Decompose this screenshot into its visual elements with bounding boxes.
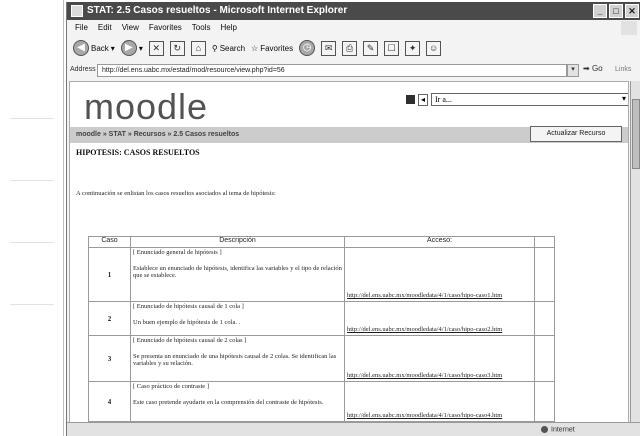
case-number: 3 (88, 335, 131, 382)
case-text: Este caso pretende ayudarte en la compre… (133, 399, 324, 406)
stop-icon[interactable]: ✕ (148, 40, 164, 56)
history-icon[interactable]: ◷ (299, 40, 316, 56)
table-row: 4 [ Caso práctico de contraste ] Este ca… (88, 381, 555, 422)
table-header-row: Caso Descripción Acceso: (88, 236, 555, 248)
discuss-icon[interactable]: ☐ (384, 40, 400, 56)
jump-menu: ◂ Ir a... ▸ (406, 93, 628, 106)
window-title: STAT: 2.5 Casos resueltos - Microsoft In… (87, 5, 348, 16)
table-row: 2 [ Enunciado de hipótesis causal de 1 c… (88, 301, 555, 336)
menu-file[interactable]: File (75, 23, 88, 35)
edit-icon[interactable]: ✎ (363, 40, 379, 56)
mail-icon[interactable]: ✉ (321, 40, 337, 56)
ie-icon (71, 5, 83, 17)
back-arrow-icon: ◀ (73, 40, 89, 56)
favorites-label: Favorites (260, 43, 294, 53)
case-link[interactable]: http://del.ens.uabc.mx/moodledata/4/1/ca… (344, 301, 535, 336)
address-bar: Address http://del.ens.uabc.mx/estad/mod… (67, 62, 640, 79)
header-descripcion: Descripción (130, 236, 345, 248)
case-text: Un buen ejemplo de hipótesis de 1 cola. … (133, 319, 241, 326)
menu-view[interactable]: View (122, 23, 139, 35)
search-button[interactable]: ⚲ Search (212, 44, 245, 53)
address-label: Address (70, 66, 96, 73)
star-icon: ☆ (251, 43, 259, 53)
minimize-button[interactable]: _ (593, 4, 607, 18)
go-button[interactable]: ➡ Go (583, 64, 603, 73)
zone-label: Internet (551, 426, 575, 434)
menu-favorites[interactable]: Favorites (149, 23, 182, 35)
page-title: HIPOTESIS: CASOS RESUELTOS (76, 148, 200, 157)
print-icon[interactable]: ⎙ (342, 40, 358, 56)
case-description: [ Enunciado de hipótesis causal de 1 col… (130, 301, 345, 336)
case-title: [ Caso práctico de contraste ] (133, 383, 209, 390)
case-text: Se presenta un enunciado de una hipótesi… (133, 353, 337, 367)
address-dropdown-icon[interactable]: ▾ (567, 64, 579, 77)
messenger-icon[interactable]: ☺ (426, 40, 442, 56)
title-bar: STAT: 2.5 Casos resueltos - Microsoft In… (67, 2, 640, 20)
menu-help[interactable]: Help (220, 23, 236, 35)
prev-arrow-icon[interactable]: ◂ (418, 93, 428, 106)
screenshot: { "window": { "title": "STAT: 2.5 Casos … (0, 0, 640, 436)
update-resource-button[interactable]: Actualizar Recurso (530, 126, 622, 142)
case-number: 2 (88, 301, 131, 336)
header-caso: Caso (88, 236, 131, 248)
home-icon[interactable]: ⌂ (190, 40, 206, 56)
case-description: [ Enunciado de hipótesis causal de 2 col… (130, 335, 345, 382)
header-empty (534, 236, 555, 248)
case-link[interactable]: http://del.ens.uabc.mx/moodledata/4/1/ca… (344, 335, 535, 382)
case-description: [ Caso práctico de contraste ] Este caso… (130, 381, 345, 422)
forward-button[interactable]: ▶ ▾ (120, 40, 143, 56)
favorites-button[interactable]: ☆ Favorites (251, 44, 293, 53)
block-icon (406, 95, 415, 104)
menu-tools[interactable]: Tools (192, 23, 211, 35)
menu-edit[interactable]: Edit (98, 23, 112, 35)
zone-indicator: Internet (541, 426, 575, 433)
intro-text: A continuación se enlistan los casos res… (76, 190, 276, 197)
left-margin (0, 0, 64, 436)
header-acceso: Acceso: (344, 236, 535, 248)
page-content: moodle ◂ Ir a... ▸ moodle » STAT » Recur… (69, 81, 629, 425)
go-label: Go (591, 64, 603, 73)
table-row: 3 [ Enunciado de hipótesis causal de 2 c… (88, 335, 555, 382)
table-row: 1 [ Enunciado general de hipótesis ] Est… (88, 247, 555, 302)
case-title: [ Enunciado general de hipótesis ] (133, 249, 222, 256)
scrollbar-thumb[interactable] (632, 99, 640, 169)
cases-table: Caso Descripción Acceso: 1 [ Enunciado g… (88, 236, 555, 422)
maximize-button[interactable]: □ (609, 4, 623, 18)
case-title: [ Enunciado de hipótesis causal de 1 col… (133, 303, 244, 310)
case-description: [ Enunciado general de hipótesis ] Estab… (130, 247, 345, 302)
forward-arrow-icon: ▶ (120, 40, 137, 56)
vertical-scrollbar[interactable] (630, 81, 640, 425)
case-title: [ Enunciado de hipótesis causal de 2 col… (133, 337, 247, 344)
case-link[interactable]: http://del.ens.uabc.mx/moodledata/4/1/ca… (344, 247, 535, 302)
close-button[interactable]: ✕ (625, 4, 639, 18)
address-input[interactable]: http://del.ens.uabc.mx/estad/mod/resourc… (97, 64, 567, 77)
search-label: Search (219, 43, 246, 53)
windows-flag-icon (621, 21, 637, 35)
back-label: Back (91, 43, 109, 53)
case-text: Establece un enunciado de hipótesis, ide… (133, 265, 342, 279)
moodle-logo[interactable]: moodle (84, 86, 208, 128)
jump-select[interactable]: Ir a... (431, 93, 628, 106)
case-number: 4 (88, 381, 131, 422)
chevron-down-icon: ▾ (138, 43, 143, 53)
globe-icon (541, 426, 548, 433)
chevron-down-icon: ▾ (110, 43, 115, 53)
refresh-icon[interactable]: ↻ (169, 40, 185, 56)
research-icon[interactable]: ✦ (405, 40, 421, 56)
links-button[interactable]: Links (615, 66, 631, 73)
status-bar: Internet (67, 422, 640, 436)
toolbar: ◀ Back ▾ ▶ ▾ ✕ ↻ ⌂ ⚲ Search ☆ Favorites … (67, 36, 640, 60)
case-number: 1 (88, 247, 131, 302)
menu-bar: File Edit View Favorites Tools Help (67, 21, 640, 35)
case-link[interactable]: http://del.ens.uabc.mx/moodledata/4/1/ca… (344, 381, 535, 422)
back-button[interactable]: ◀ Back ▾ (73, 40, 115, 56)
search-icon: ⚲ (211, 43, 218, 53)
browser-window: STAT: 2.5 Casos resueltos - Microsoft In… (66, 2, 640, 436)
